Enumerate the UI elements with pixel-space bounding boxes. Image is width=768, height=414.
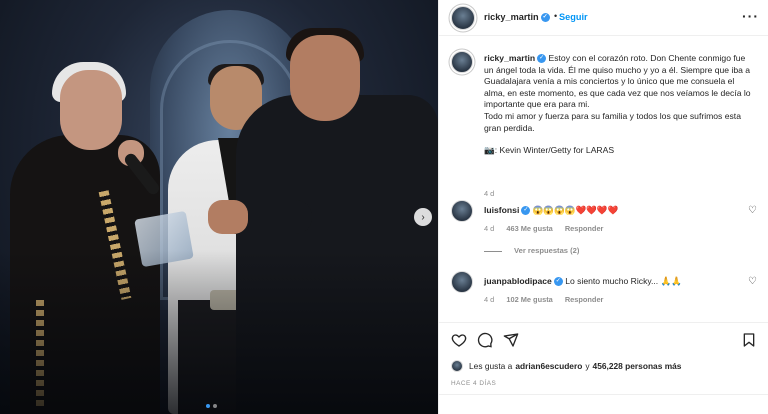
stage-shadow bbox=[0, 250, 438, 414]
view-replies-label[interactable]: Ver respuestas (2) bbox=[514, 246, 579, 255]
reply-button[interactable]: Responder bbox=[565, 224, 604, 233]
comment-body: 😱😱😱😱❤️❤️❤️❤️ bbox=[532, 205, 619, 215]
caption-meta: 4 d bbox=[484, 189, 504, 198]
like-comment-heart-icon[interactable]: ♡ bbox=[748, 205, 757, 216]
comment-likes[interactable]: 463 Me gusta bbox=[506, 224, 552, 233]
comment-body: Lo siento mucho Ricky... 🙏🙏 bbox=[565, 276, 682, 286]
caption-text: ricky_martin ✓ Estoy con el corazón roto.… bbox=[484, 53, 754, 157]
comment-meta: 4 d 463 Me gusta Responder bbox=[484, 224, 613, 233]
author-username[interactable]: ricky_martin ✓ bbox=[484, 12, 550, 23]
add-comment-bar[interactable] bbox=[439, 394, 768, 414]
post-header: ricky_martin ✓ • Seguir ··· bbox=[439, 0, 768, 36]
verified-icon: ✓ bbox=[540, 13, 550, 23]
like-comment-heart-icon[interactable]: ♡ bbox=[748, 276, 757, 287]
comment-text: luisfonsi ✓ 😱😱😱😱❤️❤️❤️❤️ bbox=[484, 205, 754, 217]
liker-username[interactable]: adrian6escudero bbox=[515, 361, 582, 371]
share-icon[interactable] bbox=[502, 331, 520, 349]
caption-avatar[interactable] bbox=[451, 51, 473, 73]
comment-time: 4 d bbox=[484, 295, 495, 304]
likes-count[interactable]: 456,228 personas más bbox=[593, 361, 682, 371]
verified-icon: ✓ bbox=[521, 206, 531, 216]
comment-likes[interactable]: 102 Me gusta bbox=[506, 295, 552, 304]
photo-credit: 📷: Kevin Winter/Getty for LARAS bbox=[484, 145, 615, 156]
post-photo[interactable]: › bbox=[0, 0, 438, 414]
more-icon[interactable]: ··· bbox=[742, 8, 759, 24]
separator-dot: • bbox=[554, 11, 558, 21]
comment-avatar[interactable] bbox=[451, 271, 473, 293]
reply-button[interactable]: Responder bbox=[565, 295, 604, 304]
post-time: HACE 4 DÍAS bbox=[451, 380, 497, 387]
liker-avatar[interactable] bbox=[451, 360, 463, 372]
heart-icon[interactable] bbox=[450, 331, 468, 349]
carousel-dot bbox=[213, 404, 217, 408]
chevron-right-icon: › bbox=[421, 211, 425, 223]
comment-icon[interactable] bbox=[476, 331, 494, 349]
comment-username[interactable]: juanpablodipace bbox=[484, 276, 552, 286]
view-replies-button[interactable]: Ver respuestas (2) bbox=[484, 246, 579, 255]
comment-time: 4 d bbox=[484, 224, 495, 233]
verified-icon: ✓ bbox=[553, 277, 563, 287]
right-person-head bbox=[290, 35, 360, 121]
caption-username[interactable]: ricky_martin bbox=[484, 53, 535, 63]
right-person-hand bbox=[208, 200, 248, 234]
likes-prefix: Les gusta a bbox=[469, 361, 513, 371]
author-avatar[interactable] bbox=[451, 6, 475, 30]
next-photo-button[interactable]: › bbox=[414, 208, 432, 226]
action-bar bbox=[439, 322, 768, 354]
author-username-text[interactable]: ricky_martin bbox=[484, 12, 539, 22]
likes-summary: Les gusta a adrian6escudero y 456,228 pe… bbox=[451, 358, 684, 374]
comments-scroll-area[interactable]: ricky_martin ✓ Estoy con el corazón roto.… bbox=[439, 37, 768, 321]
comment-avatar[interactable] bbox=[451, 200, 473, 222]
caption-line-2: Todo mi amor y fuerza para su familia y … bbox=[484, 110, 741, 133]
comment-meta: 4 d 102 Me gusta Responder bbox=[484, 295, 613, 304]
verified-icon: ✓ bbox=[537, 54, 547, 64]
carousel-dots bbox=[206, 404, 217, 408]
caption-time: 4 d bbox=[484, 189, 495, 198]
likes-conj: y bbox=[585, 361, 590, 371]
left-person-head bbox=[60, 70, 122, 150]
carousel-dot bbox=[206, 404, 210, 408]
follow-button[interactable]: Seguir bbox=[559, 12, 588, 22]
comment-username[interactable]: luisfonsi bbox=[484, 205, 519, 215]
post-side-panel: ricky_martin ✓ • Seguir ··· ricky_martin ✓… bbox=[438, 0, 768, 414]
replies-line bbox=[484, 250, 502, 252]
comment-text: juanpablodipace ✓ Lo siento mucho Ricky..… bbox=[484, 276, 754, 288]
bookmark-icon[interactable] bbox=[740, 331, 758, 349]
